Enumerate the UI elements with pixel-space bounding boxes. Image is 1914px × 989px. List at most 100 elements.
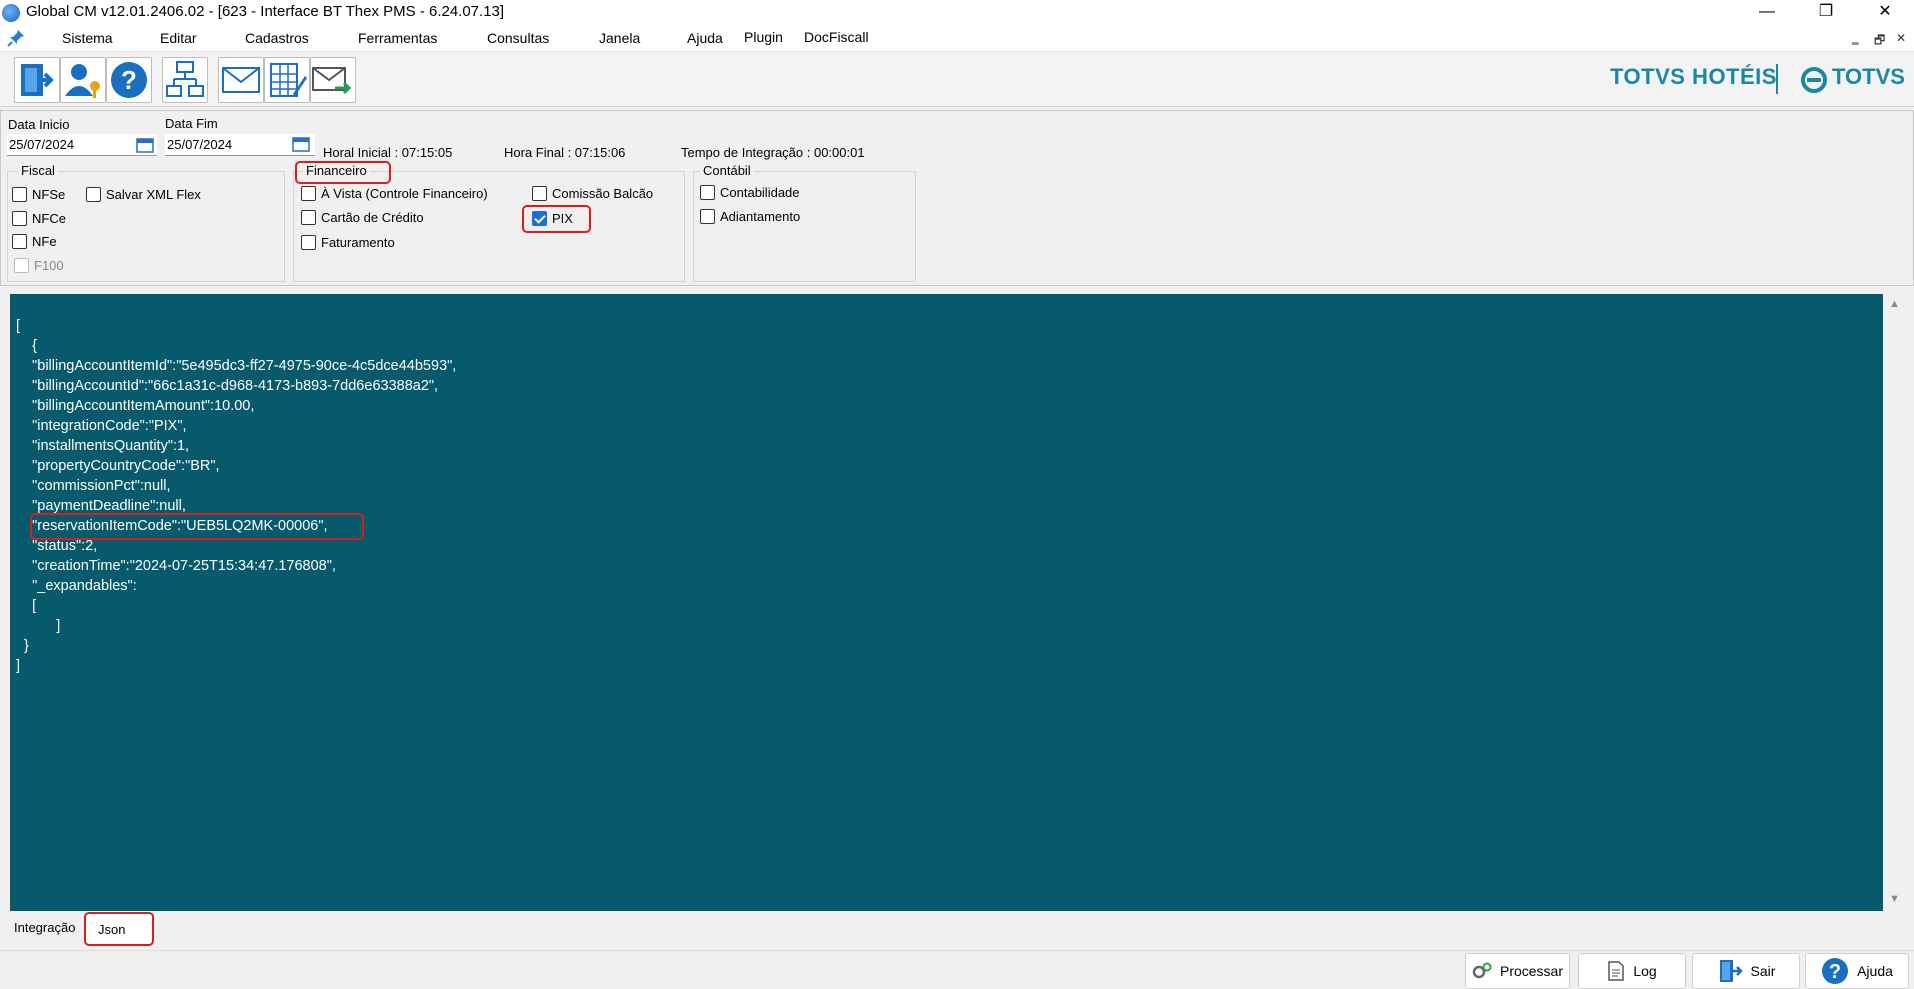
- json-line: {: [16, 338, 37, 354]
- pix-label: PIX: [552, 211, 573, 226]
- json-line: "paymentDeadline":null,: [16, 498, 186, 514]
- json-output-pane[interactable]: [ { "billingAccountItemId":"5e495dc3-ff2…: [10, 294, 1883, 911]
- adiantamento-checkbox-box[interactable]: [700, 209, 715, 224]
- contabilidade-label: Contabilidade: [720, 185, 800, 200]
- json-line: "integrationCode":"PIX",: [16, 418, 187, 434]
- json-line: ]: [16, 618, 61, 634]
- json-line: }: [16, 638, 29, 654]
- fiscal-legend: Fiscal: [18, 163, 58, 178]
- mdi-minimize-button[interactable]: ‗: [1852, 31, 1859, 45]
- exit-door-icon: [21, 64, 54, 96]
- a-vista-checkbox[interactable]: À Vista (Controle Financeiro): [301, 186, 488, 201]
- nfse-label: NFSe: [32, 187, 66, 202]
- menu-ferramentas[interactable]: Ferramentas: [358, 30, 437, 46]
- menu-docfiscall[interactable]: DocFiscall: [804, 29, 869, 45]
- comissao-balcao-checkbox-box[interactable]: [532, 186, 547, 201]
- contabilidade-checkbox-box[interactable]: [700, 185, 715, 200]
- close-button[interactable]: ✕: [1862, 0, 1908, 26]
- calendar-icon[interactable]: [292, 136, 310, 152]
- json-line: "billingAccountId":"66c1a31c-d968-4173-b…: [16, 378, 439, 394]
- cartao-credito-label: Cartão de Crédito: [321, 210, 424, 225]
- salvar-xml-flex-checkbox-box[interactable]: [86, 187, 101, 202]
- calculator-edit-icon: [270, 63, 307, 97]
- log-label: Log: [1633, 963, 1657, 979]
- help-tool-button[interactable]: ?: [106, 57, 152, 103]
- mdi-restore-button[interactable]: 🗗: [1874, 31, 1885, 52]
- tab-integracao[interactable]: Integração: [14, 920, 75, 935]
- f100-label: F100: [34, 258, 64, 273]
- faturamento-checkbox[interactable]: Faturamento: [301, 235, 395, 250]
- a-vista-label: À Vista (Controle Financeiro): [321, 186, 488, 201]
- comissao-balcao-label: Comissão Balcão: [552, 186, 654, 201]
- menu-consultas[interactable]: Consultas: [487, 30, 549, 46]
- exit-door-tool-button[interactable]: [14, 57, 60, 103]
- scroll-down-arrow[interactable]: ▼: [1889, 893, 1900, 905]
- sair-button[interactable]: Sair: [1692, 953, 1800, 989]
- tab-json[interactable]: Json: [98, 922, 125, 937]
- menu-bar: Sistema Editar Cadastros Ferramentas Con…: [0, 26, 1914, 52]
- svg-text:?: ?: [121, 65, 137, 95]
- scroll-up-arrow[interactable]: ▲: [1889, 298, 1900, 310]
- menu-sistema[interactable]: Sistema: [62, 30, 113, 46]
- log-button[interactable]: Log: [1578, 953, 1686, 989]
- faturamento-checkbox-box[interactable]: [301, 235, 316, 250]
- calendar-icon[interactable]: [136, 137, 154, 153]
- brand-totvs: TOTVS: [1832, 64, 1905, 89]
- nfe-checkbox-box[interactable]: [12, 234, 27, 249]
- nfe-checkbox[interactable]: NFe: [12, 234, 57, 249]
- json-line: [: [16, 598, 37, 614]
- salvar-xml-flex-checkbox[interactable]: Salvar XML Flex: [86, 187, 201, 202]
- gears-icon: [1472, 962, 1492, 979]
- pix-checkbox[interactable]: PIX: [532, 211, 573, 226]
- mail-tool-button[interactable]: [218, 57, 264, 103]
- hora-inicial-text: Horal Inicial : 07:15:05: [323, 145, 453, 160]
- faturamento-label: Faturamento: [321, 235, 395, 250]
- calculator-edit-tool-button[interactable]: [264, 57, 310, 103]
- nfce-checkbox-box[interactable]: [12, 211, 27, 226]
- menu-plugin[interactable]: Plugin: [744, 29, 783, 45]
- totvs-logo-icon: [1801, 67, 1827, 93]
- cartao-credito-checkbox[interactable]: Cartão de Crédito: [301, 210, 424, 225]
- contabilidade-checkbox[interactable]: Contabilidade: [700, 185, 800, 200]
- menu-janela[interactable]: Janela: [599, 30, 640, 46]
- nfse-checkbox-box[interactable]: [12, 187, 27, 202]
- tempo-integracao-text: Tempo de Integração : 00:00:01: [681, 145, 865, 160]
- f100-checkbox: F100: [14, 258, 64, 273]
- org-chart-tool-button[interactable]: [162, 57, 208, 103]
- json-line: "billingAccountItemAmount":10.00,: [16, 398, 255, 414]
- comissao-balcao-checkbox[interactable]: Comissão Balcão: [532, 186, 653, 201]
- json-line: "propertyCountryCode":"BR",: [16, 458, 220, 474]
- a-vista-checkbox-box[interactable]: [301, 186, 316, 201]
- pin-icon[interactable]: [6, 28, 26, 48]
- menu-ajuda[interactable]: Ajuda: [687, 30, 723, 46]
- json-output-text: [ { "billingAccountItemId":"5e495dc3-ff2…: [16, 316, 456, 676]
- json-line: "status":2,: [16, 538, 98, 554]
- user-key-icon: [65, 64, 100, 98]
- tab-strip: [0, 912, 1914, 946]
- ajuda-button[interactable]: ? Ajuda: [1805, 953, 1909, 989]
- menu-editar[interactable]: Editar: [160, 30, 197, 46]
- mdi-close-button[interactable]: ✕: [1896, 31, 1906, 45]
- json-line: "installmentsQuantity":1,: [16, 438, 190, 454]
- pix-checkbox-box[interactable]: [532, 211, 547, 226]
- nfse-checkbox[interactable]: NFSe: [12, 187, 65, 202]
- data-inicio-field[interactable]: 25/07/2024: [7, 134, 157, 156]
- help-icon: ?: [111, 62, 147, 98]
- menu-cadastros[interactable]: Cadastros: [245, 30, 309, 46]
- vertical-scrollbar[interactable]: [1884, 294, 1904, 911]
- brand-totvs-hoteis: TOTVS HOTÉIS: [1610, 64, 1777, 89]
- nfe-label: NFe: [32, 234, 57, 249]
- nfce-checkbox[interactable]: NFCe: [12, 211, 66, 226]
- minimize-button[interactable]: —: [1744, 0, 1790, 26]
- cartao-credito-checkbox-box[interactable]: [301, 210, 316, 225]
- json-line: "creationTime":"2024-07-25T15:34:47.1768…: [16, 558, 336, 574]
- sair-label: Sair: [1750, 963, 1776, 979]
- json-line: "_expandables":: [16, 578, 137, 594]
- adiantamento-label: Adiantamento: [720, 209, 801, 224]
- processar-button[interactable]: Processar: [1465, 953, 1570, 989]
- restore-button[interactable]: ❐: [1803, 0, 1849, 26]
- adiantamento-checkbox[interactable]: Adiantamento: [700, 209, 800, 224]
- user-key-tool-button[interactable]: [60, 57, 106, 103]
- mail-send-tool-button[interactable]: [310, 57, 356, 103]
- json-line: "commissionPct":null,: [16, 478, 171, 494]
